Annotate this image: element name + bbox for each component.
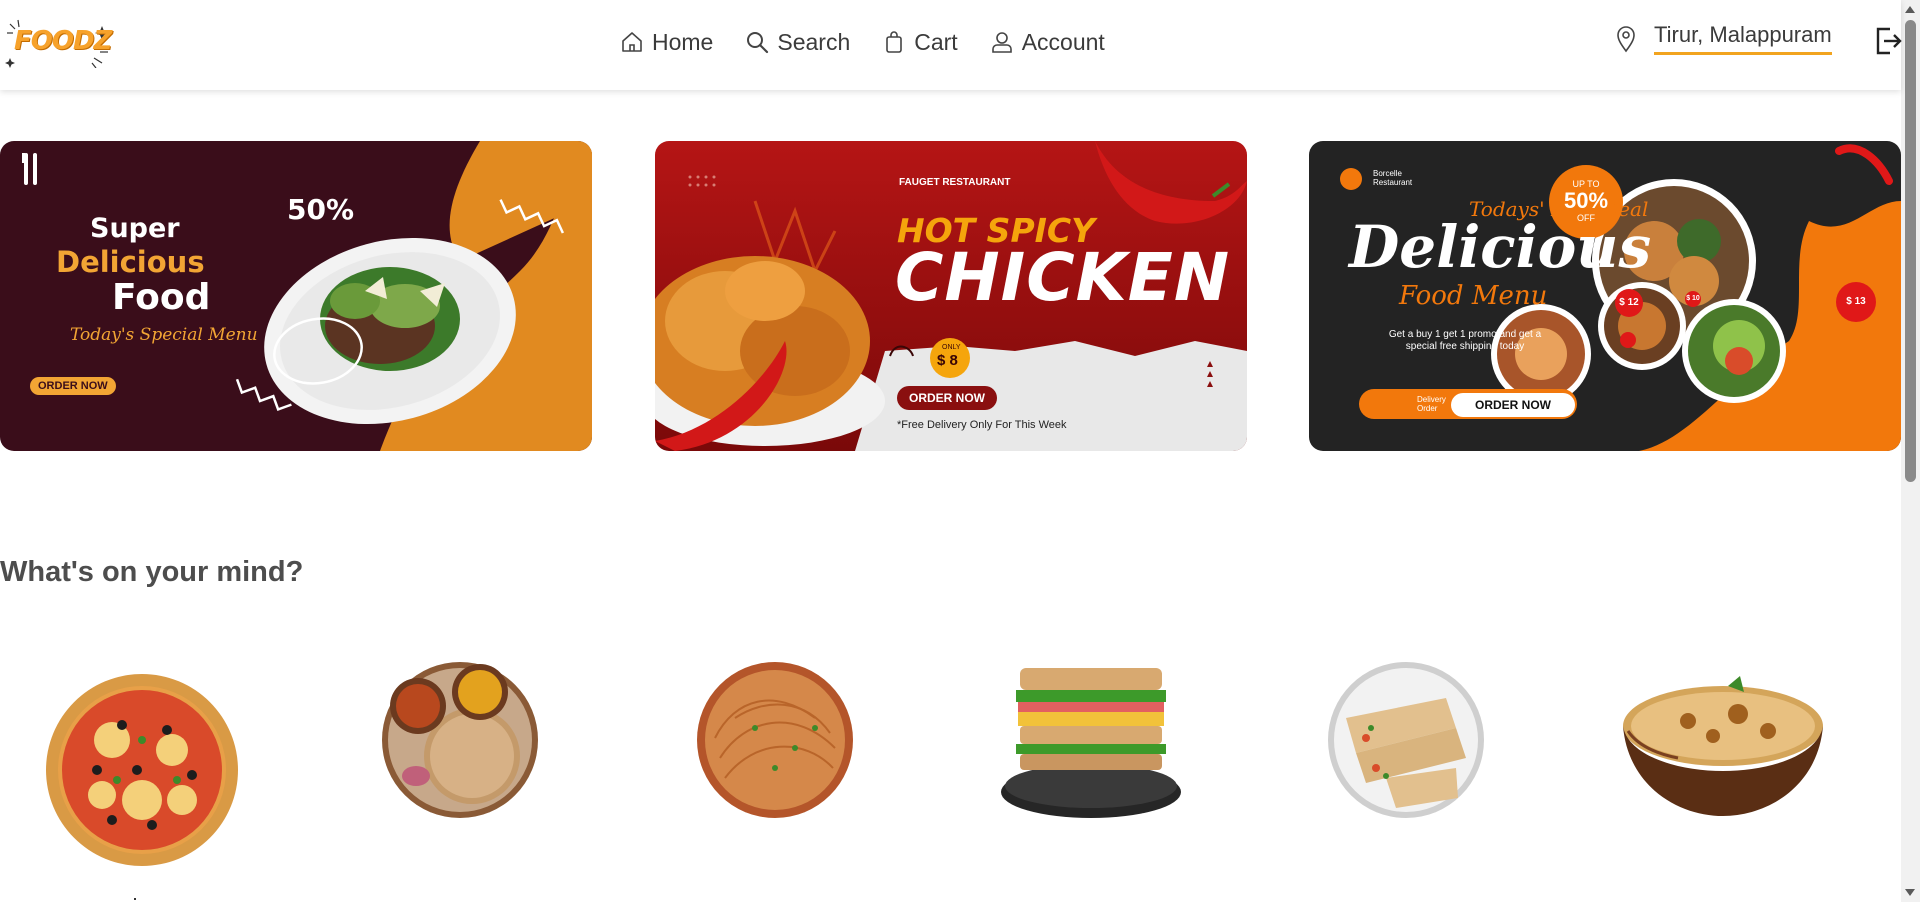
banner3-delivery-line2: Order [1417, 404, 1438, 413]
promo-banner-hot-spicy[interactable]: FAUGET RESTAURANT HOT SPICY CHICKEN ONLY… [655, 141, 1247, 451]
map-pin-icon [1617, 25, 1635, 52]
food-categories [0, 650, 1900, 902]
food-wraps[interactable] [1326, 658, 1486, 823]
nav-account-label: Account [1021, 28, 1105, 55]
banner3-headline: Delicious [1349, 213, 1652, 281]
scroll-up-arrow-icon[interactable] [1905, 6, 1915, 13]
banner3-price2: $ 10 [1686, 295, 1700, 302]
bag-icon [886, 31, 903, 53]
main-nav: Home Search Cart Account [620, 22, 1137, 62]
banner3-badge-off: OFF [1577, 213, 1595, 223]
banner2-price-only: ONLY [942, 344, 961, 351]
banner1-discount: 50% [287, 193, 355, 226]
banner1-line2: Delicious [56, 245, 205, 279]
nav-search[interactable]: Search [745, 22, 850, 62]
banner1-script: Today's Special Menu [70, 325, 258, 345]
nav-cart[interactable]: Cart [882, 22, 958, 62]
banner1-line3: Food [112, 277, 211, 318]
banner1-line1: Super [90, 213, 180, 244]
banner3-price3: $ 13 [1846, 296, 1866, 307]
logo[interactable]: FOODZ [4, 18, 112, 69]
location-text: Tirur, Malappuram [1654, 22, 1832, 55]
banner3-delivery-line1: Delivery [1417, 395, 1446, 404]
logout-button[interactable] [1874, 26, 1902, 56]
banner3-body: Get a buy 1 get 1 promo and get a specia… [1388, 329, 1542, 352]
food-roti-curry[interactable] [380, 658, 540, 823]
sandwich-image [1001, 668, 1181, 818]
nav-home[interactable]: Home [620, 22, 713, 62]
nav-cart-label: Cart [914, 28, 958, 55]
nav-search-label: Search [777, 28, 851, 55]
cursor-dot [134, 898, 136, 900]
user-icon [991, 32, 1012, 53]
pizza-image [46, 674, 238, 866]
logout-icon [1876, 27, 1902, 55]
banner2-order-button[interactable]: ORDER NOW [897, 386, 997, 410]
wraps-image [1328, 662, 1484, 818]
page-scrollbar[interactable] [1901, 0, 1920, 902]
promo-banner-best-deal[interactable]: Borcelle Restaurant Todays' Best Deal De… [1309, 141, 1901, 451]
logo-text: FOODZ [14, 26, 112, 56]
banner3-delivery: Delivery Order [1417, 395, 1446, 413]
scroll-down-arrow-icon[interactable] [1905, 889, 1915, 896]
home-icon [622, 32, 642, 52]
food-sandwich[interactable] [998, 660, 1184, 825]
nav-account[interactable]: Account [990, 22, 1105, 62]
banner3-badge-pct: 50% [1563, 188, 1609, 213]
banner2-brand: FAUGET RESTAURANT [899, 177, 1011, 188]
banner3-price1: $ 12 [1619, 297, 1639, 308]
roti-curry-image [382, 662, 538, 818]
food-noodles[interactable] [695, 658, 855, 823]
banner3-subhead: Food Menu [1399, 281, 1548, 311]
section-title: What's on your mind? [0, 556, 304, 588]
noodles-image [697, 662, 853, 818]
nav-home-label: Home [652, 28, 714, 55]
banner3-order-button[interactable]: ORDER NOW [1451, 393, 1575, 417]
banner2-note: *Free Delivery Only For This Week [897, 419, 1067, 431]
banner1-order-button[interactable]: ORDER NOW [30, 377, 116, 395]
top-navbar: FOODZ Home Search Cart Account Tirur, Ma… [0, 0, 1902, 90]
food-biryani[interactable] [1618, 676, 1828, 831]
banner2-headline2: CHICKEN [895, 239, 1231, 316]
banner3-brand: Borcelle Restaurant [1373, 169, 1412, 187]
biryani-image [1623, 676, 1823, 816]
scroll-thumb[interactable] [1905, 20, 1916, 482]
promo-banner-special-menu[interactable]: Super Delicious Food Today's Special Men… [0, 141, 592, 451]
food-pizza[interactable] [42, 670, 242, 875]
search-icon [747, 32, 769, 54]
location-selector[interactable]: Tirur, Malappuram [1614, 22, 1832, 55]
banner-special-menu-art [22, 141, 592, 451]
banner3-brand-line1: Borcelle [1373, 169, 1402, 178]
banner2-price: $ 8 [937, 352, 958, 369]
banner3-brand-line2: Restaurant [1373, 178, 1413, 187]
